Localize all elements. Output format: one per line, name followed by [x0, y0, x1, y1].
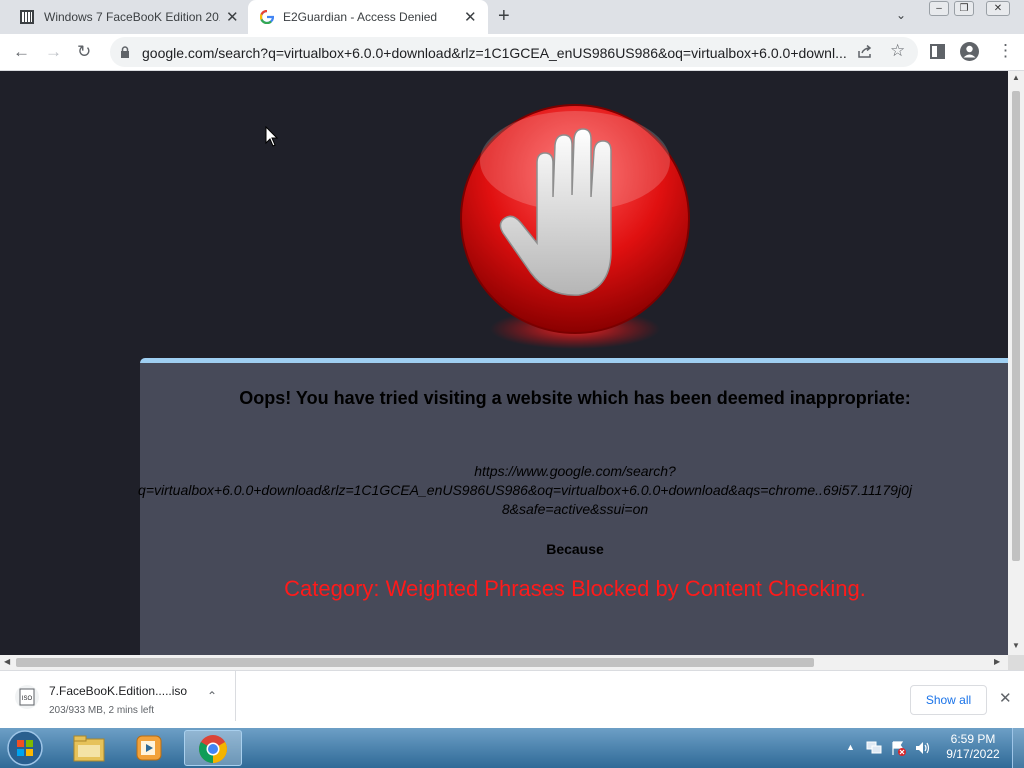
- google-icon: [260, 10, 274, 24]
- action-center-flag-icon[interactable]: [890, 740, 906, 756]
- book-icon: [20, 10, 34, 24]
- download-file-name: 7.FaceBooK.Edition.....iso: [49, 684, 188, 698]
- show-hidden-icons-arrow[interactable]: ▲: [846, 742, 855, 752]
- tab-e2guardian[interactable]: E2Guardian - Access Denied ✕: [248, 0, 488, 34]
- iso-file-icon: ISO: [15, 685, 39, 709]
- chrome-icon: [199, 735, 227, 763]
- vertical-scroll-thumb[interactable]: [1012, 91, 1020, 561]
- restore-window-icon[interactable]: ❐: [954, 1, 974, 16]
- bookmark-star-icon[interactable]: ☆: [890, 41, 905, 61]
- back-arrow-icon[interactable]: ←: [13, 42, 30, 62]
- denied-heading: Oops! You have tried visiting a website …: [239, 388, 911, 408]
- side-panel-icon[interactable]: [930, 44, 945, 59]
- new-tab-icon[interactable]: +: [498, 5, 510, 28]
- reload-icon[interactable]: ↻: [77, 42, 91, 62]
- close-downloads-icon[interactable]: ✕: [999, 689, 1012, 707]
- download-status: 203/933 MB, 2 mins left: [49, 705, 155, 716]
- blocked-url-line: q=virtualbox+6.0.0+download&rlz=1C1GCEA_…: [138, 482, 912, 498]
- horizontal-scroll-thumb[interactable]: [16, 658, 814, 667]
- url-text: google.com/search?q=virtualbox+6.0.0+dow…: [142, 45, 847, 61]
- address-bar[interactable]: google.com/search?q=virtualbox+6.0.0+dow…: [110, 37, 918, 67]
- clock-date: 9/17/2022: [946, 747, 1000, 761]
- scroll-up-icon[interactable]: ▲: [1012, 73, 1020, 82]
- show-desktop-button[interactable]: [1012, 728, 1024, 768]
- forward-arrow-icon[interactable]: →: [45, 42, 62, 62]
- iso-label: ISO: [22, 696, 33, 702]
- download-item[interactable]: ISO 7.FaceBooK.Edition.....iso 203/933 M…: [0, 671, 236, 721]
- start-button-icon[interactable]: [6, 730, 44, 766]
- stop-hand-icon: [460, 104, 690, 349]
- scroll-left-icon[interactable]: ◀: [4, 657, 10, 666]
- clock-time: 6:59 PM: [950, 732, 996, 746]
- minimize-window-icon[interactable]: –: [929, 1, 949, 16]
- blocked-url-line: https://www.google.com/search?: [474, 463, 676, 479]
- horizontal-scrollbar[interactable]: ◀ ▶: [0, 655, 1008, 670]
- vertical-scrollbar[interactable]: ▲ ▼: [1008, 71, 1024, 655]
- share-icon[interactable]: [857, 45, 873, 59]
- close-tab-icon[interactable]: ✕: [464, 8, 477, 26]
- tab-title: E2Guardian - Access Denied: [283, 10, 438, 24]
- block-category: Category: Weighted Phrases Blocked by Co…: [284, 576, 866, 601]
- message-panel: Oops! You have tried visiting a website …: [138, 358, 1008, 655]
- scroll-right-icon[interactable]: ▶: [994, 657, 1000, 666]
- tab-windows7[interactable]: Windows 7 FaceBooK Edition 201 ✕: [8, 0, 248, 34]
- chevron-up-icon[interactable]: ⌃: [207, 689, 217, 703]
- close-window-icon[interactable]: ✕: [986, 1, 1010, 16]
- tab-title: Windows 7 FaceBooK Edition 201: [44, 10, 220, 24]
- taskbar-clock[interactable]: 6:59 PM 9/17/2022: [940, 732, 1006, 762]
- tab-search-chevron-icon[interactable]: ⌄: [896, 8, 906, 22]
- taskbar-chrome-button[interactable]: [184, 730, 242, 766]
- menu-kebab-icon[interactable]: ⋮: [997, 41, 1014, 61]
- lock-icon: [121, 46, 129, 58]
- scroll-corner: [1008, 655, 1024, 670]
- because-label: Because: [546, 541, 604, 557]
- downloads-bar: ISO 7.FaceBooK.Edition.....iso 203/933 M…: [0, 670, 1024, 728]
- volume-icon[interactable]: [914, 740, 932, 756]
- media-player-icon[interactable]: [134, 733, 164, 763]
- scroll-down-icon[interactable]: ▼: [1012, 641, 1020, 650]
- tab-strip: Windows 7 FaceBooK Edition 201 ✕ E2Guard…: [0, 0, 1024, 34]
- access-denied-page: Oops! You have tried visiting a website …: [0, 71, 1008, 655]
- file-explorer-icon[interactable]: [72, 733, 106, 763]
- windows-taskbar: ▲ 6:59 PM 9/17/2022: [0, 728, 1024, 768]
- network-icon[interactable]: [866, 741, 882, 755]
- browser-toolbar: ← → ↻ google.com/search?q=virtualbox+6.0…: [0, 34, 1024, 71]
- profile-avatar-icon[interactable]: [960, 42, 979, 61]
- mouse-cursor-icon: [265, 126, 279, 147]
- show-all-button[interactable]: Show all: [910, 685, 987, 715]
- close-tab-icon[interactable]: ✕: [226, 8, 239, 26]
- blocked-url-line: 8&safe=active&ssui=on: [501, 501, 649, 517]
